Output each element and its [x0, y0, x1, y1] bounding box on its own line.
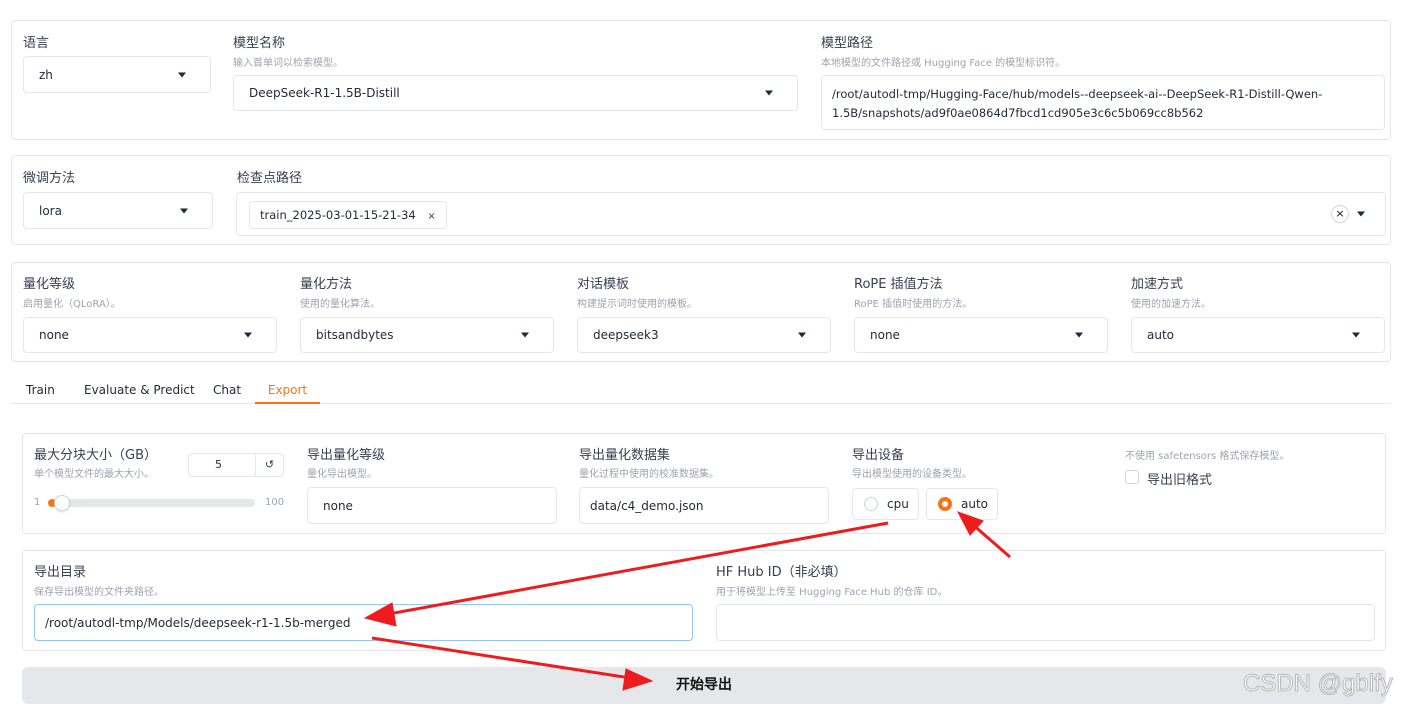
rope-value: none — [870, 328, 900, 342]
export-quant-bit-value: none — [323, 498, 353, 513]
finetune-method-value: lora — [39, 203, 62, 218]
rope-label: RoPE 插值方法 — [854, 277, 943, 292]
quant-dataset-input[interactable]: data/c4_demo.json — [579, 487, 829, 524]
clear-icon[interactable]: × — [1331, 205, 1349, 223]
radio-unchecked-icon — [864, 497, 878, 511]
tab-evaluate-predict[interactable]: Evaluate & Predict — [84, 378, 195, 404]
model-path-value-line2: 1.5B/snapshots/ad9f0ae0864d7fbcd1cd905e3… — [832, 106, 1204, 120]
model-name-dropdown[interactable]: DeepSeek-R1-1.5B-Distill — [233, 75, 798, 111]
model-path-input[interactable]: /root/autodl-tmp/Hugging-Face/hub/models… — [821, 75, 1385, 130]
model-name-value: DeepSeek-R1-1.5B-Distill — [249, 86, 400, 100]
legacy-format-label: 导出旧格式 — [1147, 473, 1213, 488]
model-name-hint: 输入首单词以检索模型。 — [233, 58, 343, 69]
template-hint: 构建提示词时使用的模板。 — [577, 299, 697, 310]
start-export-button[interactable]: 开始导出 — [22, 667, 1386, 704]
export-quant-bit-dropdown[interactable]: none — [307, 487, 557, 524]
quant-method-label: 量化方法 — [300, 277, 353, 292]
legacy-format-hint: 不使用 safetensors 格式保存模型。 — [1125, 451, 1290, 462]
model-path-hint: 本地模型的文件路径或 Hugging Face 的模型标识符。 — [821, 58, 1066, 69]
rope-hint: RoPE 插值时使用的方法。 — [854, 299, 973, 310]
export-device-hint: 导出模型使用的设备类型。 — [852, 469, 972, 480]
quant-method-value: bitsandbytes — [316, 328, 394, 342]
hub-id-label: HF Hub ID（非必填） — [716, 565, 847, 580]
chevron-down-icon[interactable] — [1357, 211, 1365, 217]
chevron-down-icon — [521, 332, 529, 338]
quant-dataset-value: data/c4_demo.json — [590, 498, 704, 513]
export-dir-label: 导出目录 — [34, 565, 87, 580]
chevron-down-icon — [178, 72, 186, 77]
export-dir-hint: 保存导出模型的文件夹路径。 — [34, 587, 164, 598]
template-value: deepseek3 — [593, 328, 659, 342]
quant-method-hint: 使用的量化算法。 — [300, 299, 380, 310]
tab-chat[interactable]: Chat — [213, 378, 241, 404]
chevron-down-icon — [1075, 332, 1083, 338]
quant-dataset-label: 导出量化数据集 — [579, 448, 671, 463]
shard-size-value: 5 — [215, 458, 222, 471]
chevron-down-icon — [765, 90, 773, 96]
export-quant-bit-label: 导出量化等级 — [307, 448, 386, 463]
chevron-down-icon — [798, 332, 806, 338]
language-value: zh — [39, 67, 53, 82]
shard-size-input[interactable]: 5 ↺ — [188, 453, 284, 477]
device-radio-auto-label: auto — [961, 497, 989, 511]
checkpoint-multiselect[interactable]: train_2025-03-01-15-21-34 × × — [236, 192, 1386, 236]
shard-size-hint: 单个模型文件的最大大小。 — [34, 469, 154, 480]
slider-min: 1 — [34, 497, 41, 508]
radio-checked-icon — [938, 497, 952, 511]
checkpoint-tag: train_2025-03-01-15-21-34 × — [249, 201, 447, 229]
hub-id-hint: 用于将模型上传至 Hugging Face Hub 的仓库 ID。 — [716, 587, 948, 598]
reset-icon[interactable]: ↺ — [255, 454, 283, 476]
tag-close-icon[interactable]: × — [427, 211, 435, 222]
export-device-label: 导出设备 — [852, 448, 905, 463]
checkpoint-label: 检查点路径 — [237, 171, 303, 186]
booster-label: 加速方式 — [1131, 277, 1184, 292]
device-radio-auto[interactable]: auto — [926, 488, 998, 520]
finetune-method-label: 微调方法 — [23, 171, 76, 186]
model-path-value-line1: /root/autodl-tmp/Hugging-Face/hub/models… — [832, 87, 1323, 101]
model-path-label: 模型路径 — [821, 36, 874, 51]
tab-train[interactable]: Train — [26, 378, 55, 404]
booster-value: auto — [1147, 328, 1175, 342]
template-label: 对话模板 — [577, 277, 630, 292]
watermark: CSDN @gblfy — [1243, 670, 1394, 698]
tab-export[interactable]: Export — [255, 378, 320, 404]
quant-bit-hint: 启用量化（QLoRA）。 — [23, 299, 121, 310]
quant-bit-dropdown[interactable]: none — [23, 317, 277, 353]
quant-bit-value: none — [39, 328, 69, 342]
slider-max: 100 — [265, 497, 285, 508]
shard-size-label: 最大分块大小（GB） — [34, 448, 157, 463]
model-name-label: 模型名称 — [233, 36, 286, 51]
checkpoint-tag-label: train_2025-03-01-15-21-34 — [260, 208, 416, 222]
language-label: 语言 — [23, 36, 50, 51]
export-dir-value: /root/autodl-tmp/Models/deepseek-r1-1.5b… — [45, 615, 351, 630]
rope-dropdown[interactable]: none — [854, 317, 1108, 353]
finetune-method-dropdown[interactable]: lora — [23, 192, 213, 229]
chevron-down-icon — [244, 332, 252, 338]
quant-method-dropdown[interactable]: bitsandbytes — [300, 317, 554, 353]
language-dropdown[interactable]: zh — [23, 56, 211, 93]
template-dropdown[interactable]: deepseek3 — [577, 317, 831, 353]
quant-bit-label: 量化等级 — [23, 277, 76, 292]
booster-dropdown[interactable]: auto — [1131, 317, 1385, 353]
legacy-format-checkbox[interactable] — [1125, 470, 1139, 484]
booster-hint: 使用的加速方法。 — [1131, 299, 1211, 310]
hub-id-input[interactable] — [716, 604, 1375, 641]
export-quant-bit-hint: 量化导出模型。 — [307, 469, 377, 480]
slider-thumb[interactable] — [54, 495, 70, 511]
chevron-down-icon — [1352, 332, 1360, 338]
chevron-down-icon — [180, 208, 188, 213]
device-radio-cpu[interactable]: cpu — [852, 488, 919, 520]
export-dir-input[interactable]: /root/autodl-tmp/Models/deepseek-r1-1.5b… — [34, 604, 693, 641]
shard-size-slider[interactable] — [48, 495, 255, 511]
device-radio-cpu-label: cpu — [887, 497, 909, 511]
quant-dataset-hint: 量化过程中使用的校准数据集。 — [579, 469, 719, 480]
